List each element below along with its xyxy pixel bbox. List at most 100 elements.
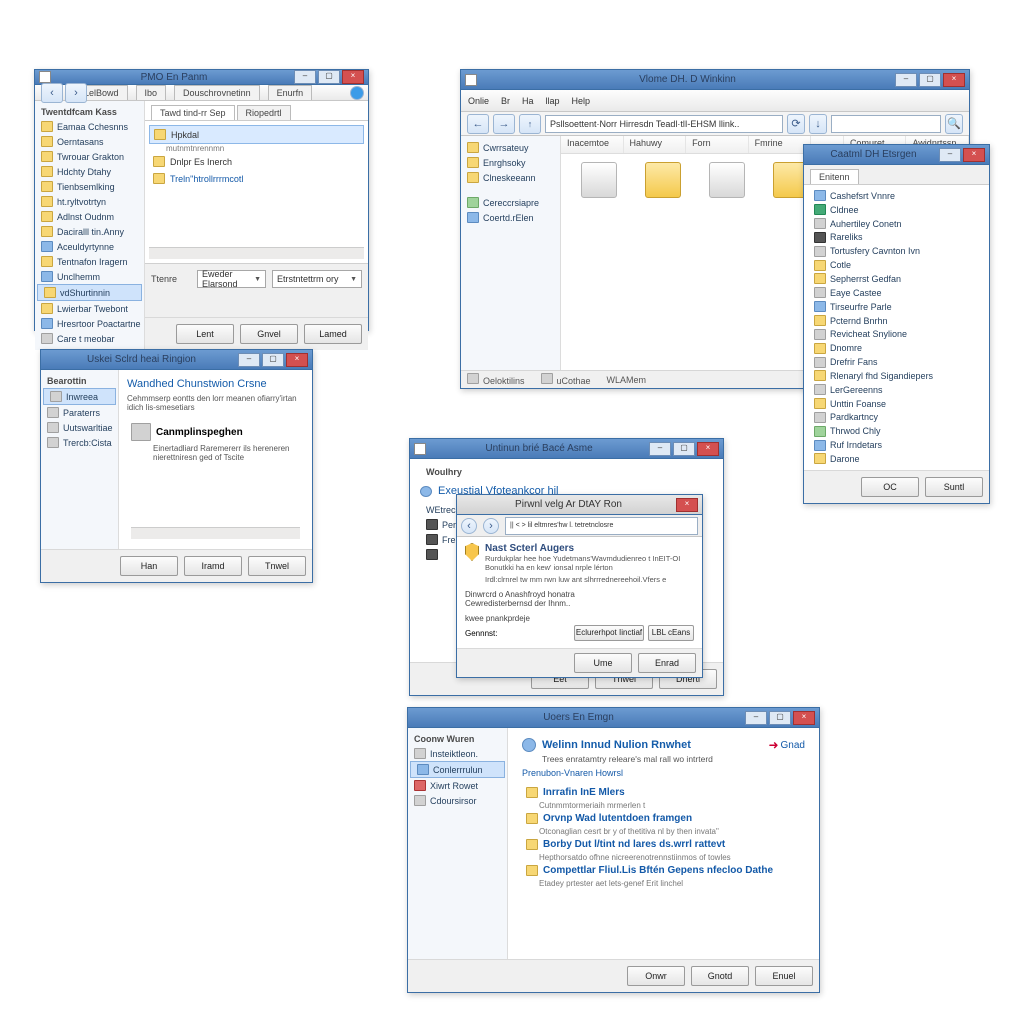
ok-button[interactable]: Ume <box>574 653 632 673</box>
sidebar-item[interactable]: Trercb:Cista <box>41 435 118 450</box>
sidebar-item[interactable]: Hdchty Dtahy <box>35 164 144 179</box>
sidebar-item-selected[interactable]: Conlerrrulun <box>410 761 505 778</box>
col[interactable]: Hahuwy <box>624 136 687 153</box>
col[interactable]: Inacemtoe <box>561 136 624 153</box>
sidebar-item[interactable]: Cdoursirsor <box>408 793 507 808</box>
button[interactable]: Gnotd <box>691 966 749 986</box>
badge-link[interactable]: Gnad <box>781 740 805 751</box>
list-item[interactable]: Sepherrst Gedfan <box>808 272 985 286</box>
search-button[interactable]: 🔍 <box>945 114 963 134</box>
sidebar-item[interactable]: Adlnst Oudnm <box>35 209 144 224</box>
list-item[interactable]: Cldnee <box>808 203 985 217</box>
close-button[interactable]: × <box>943 73 965 87</box>
titlebar[interactable]: Untinun brié Bacé Asme – ▢ × <box>410 439 723 459</box>
next-button[interactable]: Han <box>120 556 178 576</box>
cancel-button[interactable]: Enrad <box>638 653 696 673</box>
titlebar[interactable]: Vlome DH. D Winkinn – ▢ × <box>461 70 969 90</box>
forward-button[interactable]: › <box>483 518 499 534</box>
minimize-button[interactable]: – <box>745 711 767 725</box>
list-item[interactable]: Pardkartncy <box>808 411 985 425</box>
dialog-address[interactable]: || < > lil eltmres'hw l. tetretnclosre <box>505 517 698 535</box>
list-item[interactable]: LerGereenns <box>808 383 985 397</box>
cancel-button[interactable]: Gnvel <box>240 324 298 344</box>
cancel-button[interactable]: Tnwel <box>248 556 306 576</box>
list-item[interactable]: Treln"htrollrrrmcotl <box>149 170 364 187</box>
menu-item[interactable]: Help <box>569 96 594 106</box>
sidebar-item[interactable]: Xiwrt Rowet <box>408 778 507 793</box>
back-button[interactable]: ‹ <box>41 83 63 103</box>
refresh-button[interactable]: ⟳ <box>787 114 805 134</box>
tab[interactable]: Ibo <box>136 85 167 100</box>
titlebar[interactable]: Uskei Sclrd heai Ringion – ▢ × <box>41 350 312 370</box>
col[interactable]: Forn <box>686 136 749 153</box>
sidebar-item[interactable]: Tienbsemlking <box>35 179 144 194</box>
list-item[interactable]: Eaye Castee <box>808 286 985 300</box>
list-item[interactable]: Dnomre <box>808 341 985 355</box>
menu-item[interactable]: llap <box>543 96 563 106</box>
list-item[interactable]: Pcternd Bnrhn <box>808 314 985 328</box>
minimize-button[interactable]: – <box>939 148 961 162</box>
list-item[interactable]: Rlenaryl fhd Sigandiepers <box>808 369 985 383</box>
sidebar-item[interactable]: Coertd.rElen <box>461 210 560 225</box>
up-button[interactable]: ↑ <box>519 114 541 134</box>
maximize-button[interactable]: ▢ <box>673 442 695 456</box>
close-button[interactable]: × <box>793 711 815 725</box>
sidebar-item[interactable]: Cwrrsateuy <box>461 140 560 155</box>
back-button[interactable]: Iramd <box>184 556 242 576</box>
tab[interactable]: Enitenn <box>810 169 859 184</box>
tab[interactable]: Douschrovnetinn <box>174 85 260 100</box>
sidebar-item-selected[interactable]: vdShurtinnin <box>37 284 142 301</box>
list-item[interactable]: Drefrir Fans <box>808 355 985 369</box>
list-item[interactable]: Dnlpr Es Inerch <box>149 153 364 170</box>
list-item[interactable]: Ruf Irndetars <box>808 438 985 452</box>
filename-combo[interactable]: Eweder Elarsond▼ <box>197 270 266 288</box>
titlebar[interactable]: Uoers En Emgn – ▢ × <box>408 708 819 728</box>
sidebar-item[interactable]: Care t meobar <box>35 331 144 346</box>
forward-button[interactable]: › <box>65 83 87 103</box>
search-input[interactable] <box>831 115 941 133</box>
task-item[interactable]: Borby Dut l/tint nd lares ds.wrrl rattev… <box>522 836 805 853</box>
button[interactable]: Enuel <box>755 966 813 986</box>
sidebar-item[interactable]: Unclhemm <box>35 269 144 284</box>
button[interactable]: Onwr <box>627 966 685 986</box>
filetype-combo[interactable]: Etrstntettrm ory▼ <box>272 270 362 288</box>
list-item-selected[interactable]: Hpkdal <box>149 125 364 144</box>
help-button[interactable]: Lamed <box>304 324 362 344</box>
sidebar-item[interactable]: Hresrtoor Poactartne <box>35 316 144 331</box>
list-item[interactable]: Rareliks <box>808 231 985 245</box>
sidebar-item[interactable]: Inwreea <box>43 388 116 405</box>
sidebar-item[interactable]: Insteiktleon. <box>408 746 507 761</box>
scrollbar[interactable] <box>131 527 300 539</box>
section-link[interactable]: Prenubon-Vnaren Howrsl <box>522 768 805 778</box>
file-icon[interactable] <box>631 160 695 209</box>
back-button[interactable]: ‹ <box>461 518 477 534</box>
close-button[interactable]: × <box>342 70 364 84</box>
inline-button[interactable]: LBL cEans <box>648 625 694 641</box>
list-item[interactable]: Darone <box>808 452 985 466</box>
scrollbar[interactable] <box>149 247 364 259</box>
back-button[interactable]: ← <box>467 114 489 134</box>
tab[interactable]: Enurfn <box>268 85 313 100</box>
minimize-button[interactable]: – <box>649 442 671 456</box>
col[interactable]: Fmrine <box>749 136 812 153</box>
sidebar-item[interactable]: Paraterrs <box>41 405 118 420</box>
task-item[interactable]: Orvnp Wad lutentdoen framgen <box>522 810 805 827</box>
task-item[interactable]: Inrrafin InE Mlers <box>522 784 805 801</box>
sidebar-item[interactable]: Eamaa Cchesnns <box>35 119 144 134</box>
tab[interactable]: Riopedrtl <box>237 105 291 120</box>
address-input[interactable]: Psllsoettent·Norr Hirresdn Teadl·tlI-EHS… <box>545 115 783 133</box>
option-item[interactable]: Canmplinspeghen <box>127 420 304 444</box>
list-item[interactable]: Thrwod Chly <box>808 424 985 438</box>
sidebar-item[interactable]: ht.ryltvotrtyn <box>35 194 144 209</box>
minimize-button[interactable]: – <box>238 353 260 367</box>
task-item[interactable]: Compettlar Fliul.Lis Bftén Gepens nfeclo… <box>522 862 805 879</box>
ok-button[interactable]: OC <box>861 477 919 497</box>
sidebar-item[interactable]: Oerntasans <box>35 134 144 149</box>
open-button[interactable]: Lent <box>176 324 234 344</box>
close-button[interactable]: × <box>676 498 698 512</box>
close-button[interactable]: × <box>963 148 985 162</box>
menu-item[interactable]: Ha <box>519 96 537 106</box>
sidebar-item[interactable]: Clneskeeann <box>461 170 560 185</box>
list-item[interactable]: Tortusfery Cavnton Ivn <box>808 244 985 258</box>
maximize-button[interactable]: ▢ <box>318 70 340 84</box>
